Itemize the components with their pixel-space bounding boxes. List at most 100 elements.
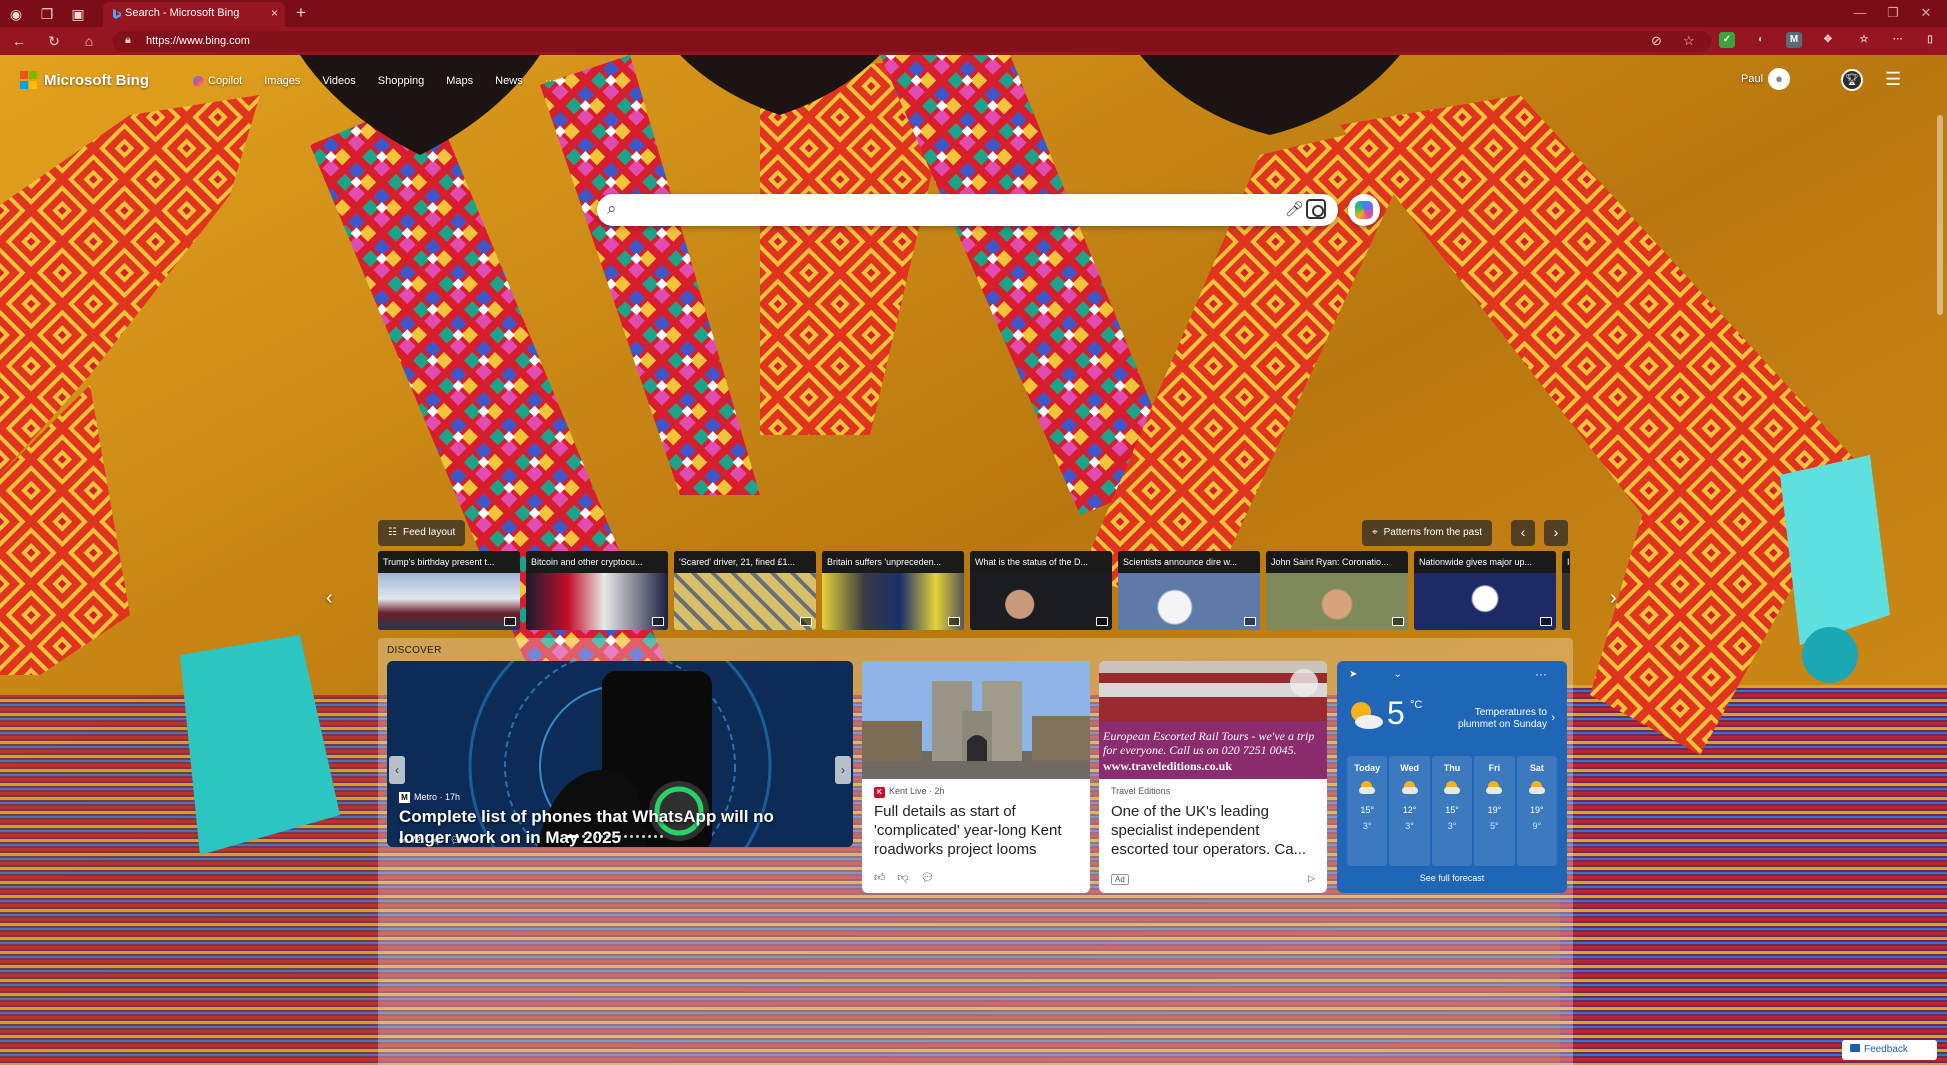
strip-thumbnail — [1118, 573, 1260, 630]
location-arrow-icon[interactable]: ➤ ⌄ — [1349, 669, 1402, 680]
dislike-icon[interactable]: 👎︎ — [431, 835, 440, 846]
day-low: 3° — [1362, 821, 1372, 831]
extension-circle-icon[interactable]: ◐ — [1753, 32, 1769, 48]
refresh-button[interactable]: ↻ — [43, 31, 65, 51]
lock-icon[interactable]: 🔒︎ — [125, 34, 131, 47]
feed-layout-button[interactable]: ☷ Feed layout — [378, 520, 466, 546]
logo-text: Microsoft Bing — [44, 71, 149, 89]
hero-next-icon[interactable]: › — [835, 756, 851, 784]
news-strip-card[interactable]: Bitcoin and other cryptocu... — [526, 551, 668, 630]
sidebar-toggle-icon[interactable]: ▯ — [1922, 32, 1938, 48]
nav-shopping[interactable]: Shopping — [378, 75, 425, 87]
browser-tab-active[interactable]: Search - Microsoft Bing × — [103, 2, 285, 27]
card-title[interactable]: One of the UK's leading specialist indep… — [1111, 802, 1319, 859]
visual-search-icon[interactable] — [1306, 199, 1326, 219]
strip-prev-icon[interactable]: ‹ — [326, 587, 333, 610]
image-info-button[interactable]: ⌖ Patterns from the past — [1362, 520, 1493, 546]
like-icon[interactable]: 👍︎ — [874, 871, 886, 884]
partly-cloudy-icon — [1351, 702, 1383, 729]
strip-title: Ic — [1562, 551, 1570, 573]
news-card-kent[interactable]: K Kent Live · 2h Full details as start of… — [862, 661, 1090, 893]
nav-maps[interactable]: Maps — [446, 75, 473, 87]
like-button[interactable]: 👍︎ 72 — [399, 835, 421, 846]
card-title[interactable]: Full details as start of 'complicated' y… — [874, 802, 1082, 859]
news-strip-card[interactable]: Ic — [1562, 551, 1570, 630]
hero-article[interactable]: ‹ › M Metro · 17h Complete list of phones… — [387, 661, 853, 847]
hero-carousel-dots[interactable] — [567, 835, 663, 838]
news-strip-card[interactable]: Scientists announce dire w... — [1118, 551, 1260, 630]
day-low: 3° — [1405, 821, 1414, 831]
microphone-icon[interactable]: 🎤︎ — [1285, 200, 1304, 218]
strip-title: 'Scared' driver, 21, fined £1... — [674, 551, 816, 573]
weather-more-icon[interactable]: ··· — [1535, 667, 1547, 681]
search-icon[interactable]: ⌕ — [607, 199, 617, 219]
extension-check-icon[interactable]: ✓ — [1719, 32, 1735, 48]
user-profile[interactable]: Paul ● — [1741, 68, 1791, 90]
news-strip-card[interactable]: What is the status of the D... — [970, 551, 1112, 630]
day-name: Today — [1354, 763, 1381, 773]
nav-images[interactable]: Images — [264, 75, 300, 87]
comment-icon[interactable]: 💬︎ — [921, 871, 935, 884]
address-bar[interactable]: 🔒︎ https://www.bing.com ⊘ ☆ — [113, 31, 1711, 52]
forecast-day[interactable]: Sat 19° 9° — [1516, 756, 1558, 866]
browser-toolbar: ← ↻ ⌂ 🔒︎ https://www.bing.com ⊘ ☆ — [0, 27, 1947, 55]
news-strip-card[interactable]: 'Scared' driver, 21, fined £1... — [674, 551, 816, 630]
prev-image-button[interactable]: ‹ — [1511, 520, 1535, 546]
weather-card[interactable]: ➤ ⌄ ··· 5 °C Temperatures to plummet on … — [1337, 661, 1567, 893]
news-strip-card[interactable]: Trump's birthday present t... — [378, 551, 520, 630]
hero-prev-icon[interactable]: ‹ — [389, 756, 405, 784]
temperature-unit[interactable]: °C — [1410, 699, 1422, 711]
strip-next-icon[interactable]: › — [1610, 587, 1617, 610]
extension-m-icon[interactable]: M — [1786, 32, 1802, 48]
bing-logo[interactable]: Microsoft Bing — [20, 71, 149, 89]
search-input[interactable] — [637, 199, 1207, 221]
page-scrollbar[interactable] — [1937, 115, 1943, 315]
tab-title: Search - Microsoft Bing — [125, 7, 240, 19]
nav-news[interactable]: News — [495, 75, 523, 87]
forecast-day[interactable]: Thu 15° 3° — [1431, 756, 1473, 866]
tracking-prevention-icon[interactable]: ⊘ — [1651, 33, 1662, 49]
nav-videos[interactable]: Videos — [322, 75, 355, 87]
feedback-icon — [1850, 1044, 1860, 1052]
day-high: 12° — [1402, 805, 1417, 815]
comment-button[interactable]: 💬︎ 9 — [450, 835, 469, 846]
forecast-day[interactable]: Today 15° 3° — [1347, 756, 1388, 866]
feedback-button[interactable]: Feedback — [1842, 1040, 1937, 1060]
news-strip-card[interactable]: Nationwide gives major up... — [1414, 551, 1556, 630]
tab-close-icon[interactable]: × — [271, 6, 278, 20]
forecast-day[interactable]: Wed 12° 3° — [1389, 756, 1430, 866]
next-image-button[interactable]: › — [1544, 520, 1568, 546]
forecast-day[interactable]: Fri 19° 5° — [1474, 756, 1515, 866]
rewards-trophy-icon[interactable]: 🏆︎ — [1841, 69, 1863, 91]
profile-icon[interactable]: ◉ — [5, 3, 27, 25]
copilot-button[interactable] — [1348, 194, 1380, 226]
home-button[interactable]: ⌂ — [78, 31, 100, 51]
back-button[interactable]: ← — [8, 31, 30, 51]
nav-copilot[interactable]: Copilot — [193, 75, 242, 87]
favorites-icon[interactable]: ☆ — [1856, 32, 1872, 48]
alert-chevron-icon[interactable]: › — [1551, 712, 1555, 724]
more-options-icon[interactable]: ··· — [1890, 32, 1906, 48]
workspaces-icon[interactable]: ❐ — [36, 3, 58, 25]
like-count: 72 — [410, 835, 421, 845]
news-strip-card[interactable]: John Saint Ryan: Coronatio... — [1266, 551, 1408, 630]
browser-titlebar: ◉ ❐ ▣ Search - Microsoft Bing × + — ❐ ✕ — [0, 0, 1947, 27]
reading-icon — [504, 617, 516, 626]
new-tab-button[interactable]: + — [290, 3, 312, 25]
adchoices-icon[interactable]: ▷ — [1308, 873, 1315, 884]
favorite-star-icon[interactable]: ☆ — [1683, 33, 1695, 49]
ad-card-travel[interactable]: European Escorted Rail Tours - we've a t… — [1099, 661, 1327, 893]
nav-more[interactable]: ··· — [545, 75, 556, 87]
url-text[interactable]: https://www.bing.com — [146, 35, 250, 47]
strip-thumbnail — [970, 573, 1112, 630]
hamburger-menu-icon[interactable]: ☰ — [1885, 69, 1901, 90]
close-window-button[interactable]: ✕ — [1906, 3, 1946, 23]
tab-actions-icon[interactable]: ▣ — [67, 3, 89, 25]
hero-source: M Metro · 17h — [399, 792, 460, 803]
extensions-puzzle-icon[interactable]: ✥ — [1820, 32, 1836, 48]
weather-alert[interactable]: Temperatures to plummet on Sunday — [1449, 707, 1547, 731]
dislike-icon[interactable]: 👎︎ — [898, 871, 909, 884]
strip-title: Bitcoin and other cryptocu... — [526, 551, 668, 573]
see-full-forecast-link[interactable]: See full forecast — [1337, 873, 1567, 883]
news-strip-card[interactable]: Britain suffers 'unpreceden... — [822, 551, 964, 630]
